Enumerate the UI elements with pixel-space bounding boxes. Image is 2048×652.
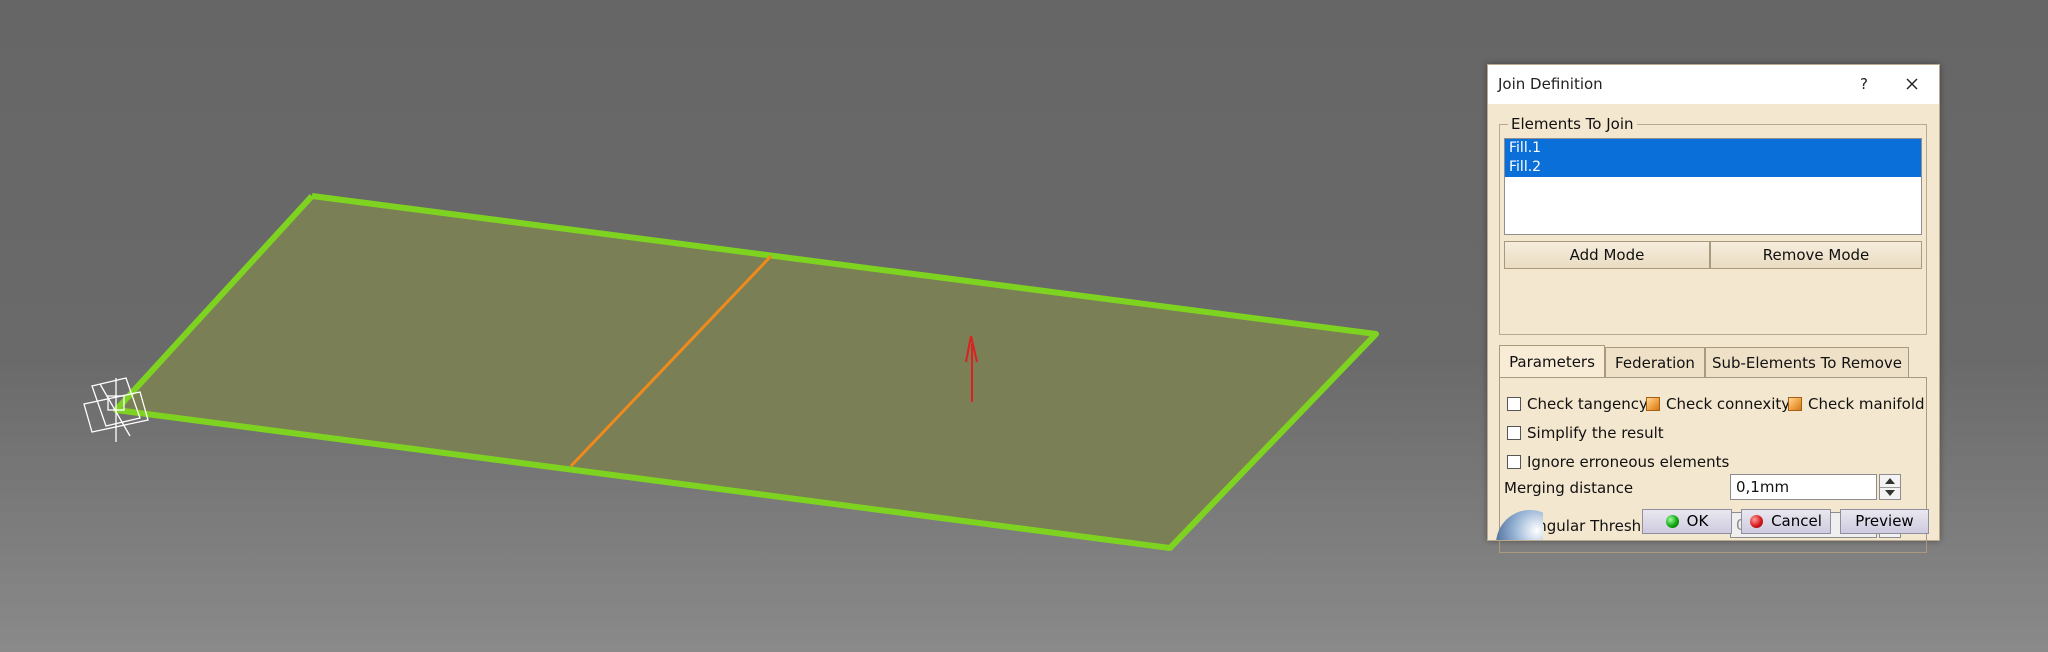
check-manifold-checkbox[interactable] <box>1788 397 1802 411</box>
close-button[interactable] <box>1897 70 1927 98</box>
cancel-icon <box>1750 515 1764 528</box>
ignore-erroneous-checkbox[interactable] <box>1507 455 1521 469</box>
cancel-button[interactable]: Cancel <box>1741 509 1831 534</box>
check-connexity-label: Check connexity <box>1666 395 1791 413</box>
add-mode-button[interactable]: Add Mode <box>1504 241 1710 269</box>
catia-globe-icon <box>1496 510 1543 540</box>
check-manifold-label: Check manifold <box>1808 395 1925 413</box>
ignore-erroneous-label: Ignore erroneous elements <box>1527 453 1730 471</box>
help-button[interactable]: ? <box>1849 71 1879 97</box>
check-connexity-option[interactable]: Check connexity <box>1646 395 1790 413</box>
check-tangency-label: Check tangency <box>1527 395 1648 413</box>
tab-sub-elements-to-remove[interactable]: Sub-Elements To Remove <box>1705 347 1909 377</box>
merging-distance-spinner[interactable] <box>1879 474 1901 500</box>
dialog-title: Join Definition <box>1498 75 1603 93</box>
list-item[interactable]: Fill.1 <box>1505 139 1921 158</box>
merging-distance-label: Merging distance <box>1504 479 1634 497</box>
ignore-erroneous-option[interactable]: Ignore erroneous elements <box>1507 453 1729 471</box>
ok-label: OK <box>1686 512 1709 530</box>
elements-to-join-legend: Elements To Join <box>1508 115 1637 133</box>
spin-down-icon[interactable] <box>1880 487 1900 499</box>
cancel-label: Cancel <box>1771 512 1822 530</box>
close-icon <box>1906 78 1918 90</box>
check-connexity-checkbox[interactable] <box>1646 397 1660 411</box>
remove-mode-button[interactable]: Remove Mode <box>1710 241 1922 269</box>
check-tangency-checkbox[interactable] <box>1507 397 1521 411</box>
list-item[interactable]: Fill.2 <box>1505 158 1921 177</box>
elements-list[interactable]: Fill.1 Fill.2 <box>1504 138 1922 235</box>
check-tangency-option[interactable]: Check tangency <box>1507 395 1648 413</box>
simplify-result-option[interactable]: Simplify the result <box>1507 424 1664 442</box>
tab-parameters[interactable]: Parameters <box>1499 345 1605 377</box>
simplify-result-label: Simplify the result <box>1527 424 1664 442</box>
simplify-result-checkbox[interactable] <box>1507 426 1521 440</box>
elements-to-join-group: Elements To Join Fill.1 Fill.2 Add Mode … <box>1499 115 1927 335</box>
merging-distance-input[interactable]: 0,1mm <box>1730 474 1877 500</box>
join-definition-dialog: Join Definition ? Elements To Join Fill.… <box>1487 64 1940 553</box>
tab-federation[interactable]: Federation <box>1605 347 1705 377</box>
ok-button[interactable]: OK <box>1642 509 1732 534</box>
ok-icon <box>1665 515 1679 528</box>
dialog-titlebar[interactable]: Join Definition ? <box>1488 65 1939 104</box>
check-manifold-option[interactable]: Check manifold <box>1788 395 1925 413</box>
preview-button[interactable]: Preview <box>1840 509 1929 534</box>
